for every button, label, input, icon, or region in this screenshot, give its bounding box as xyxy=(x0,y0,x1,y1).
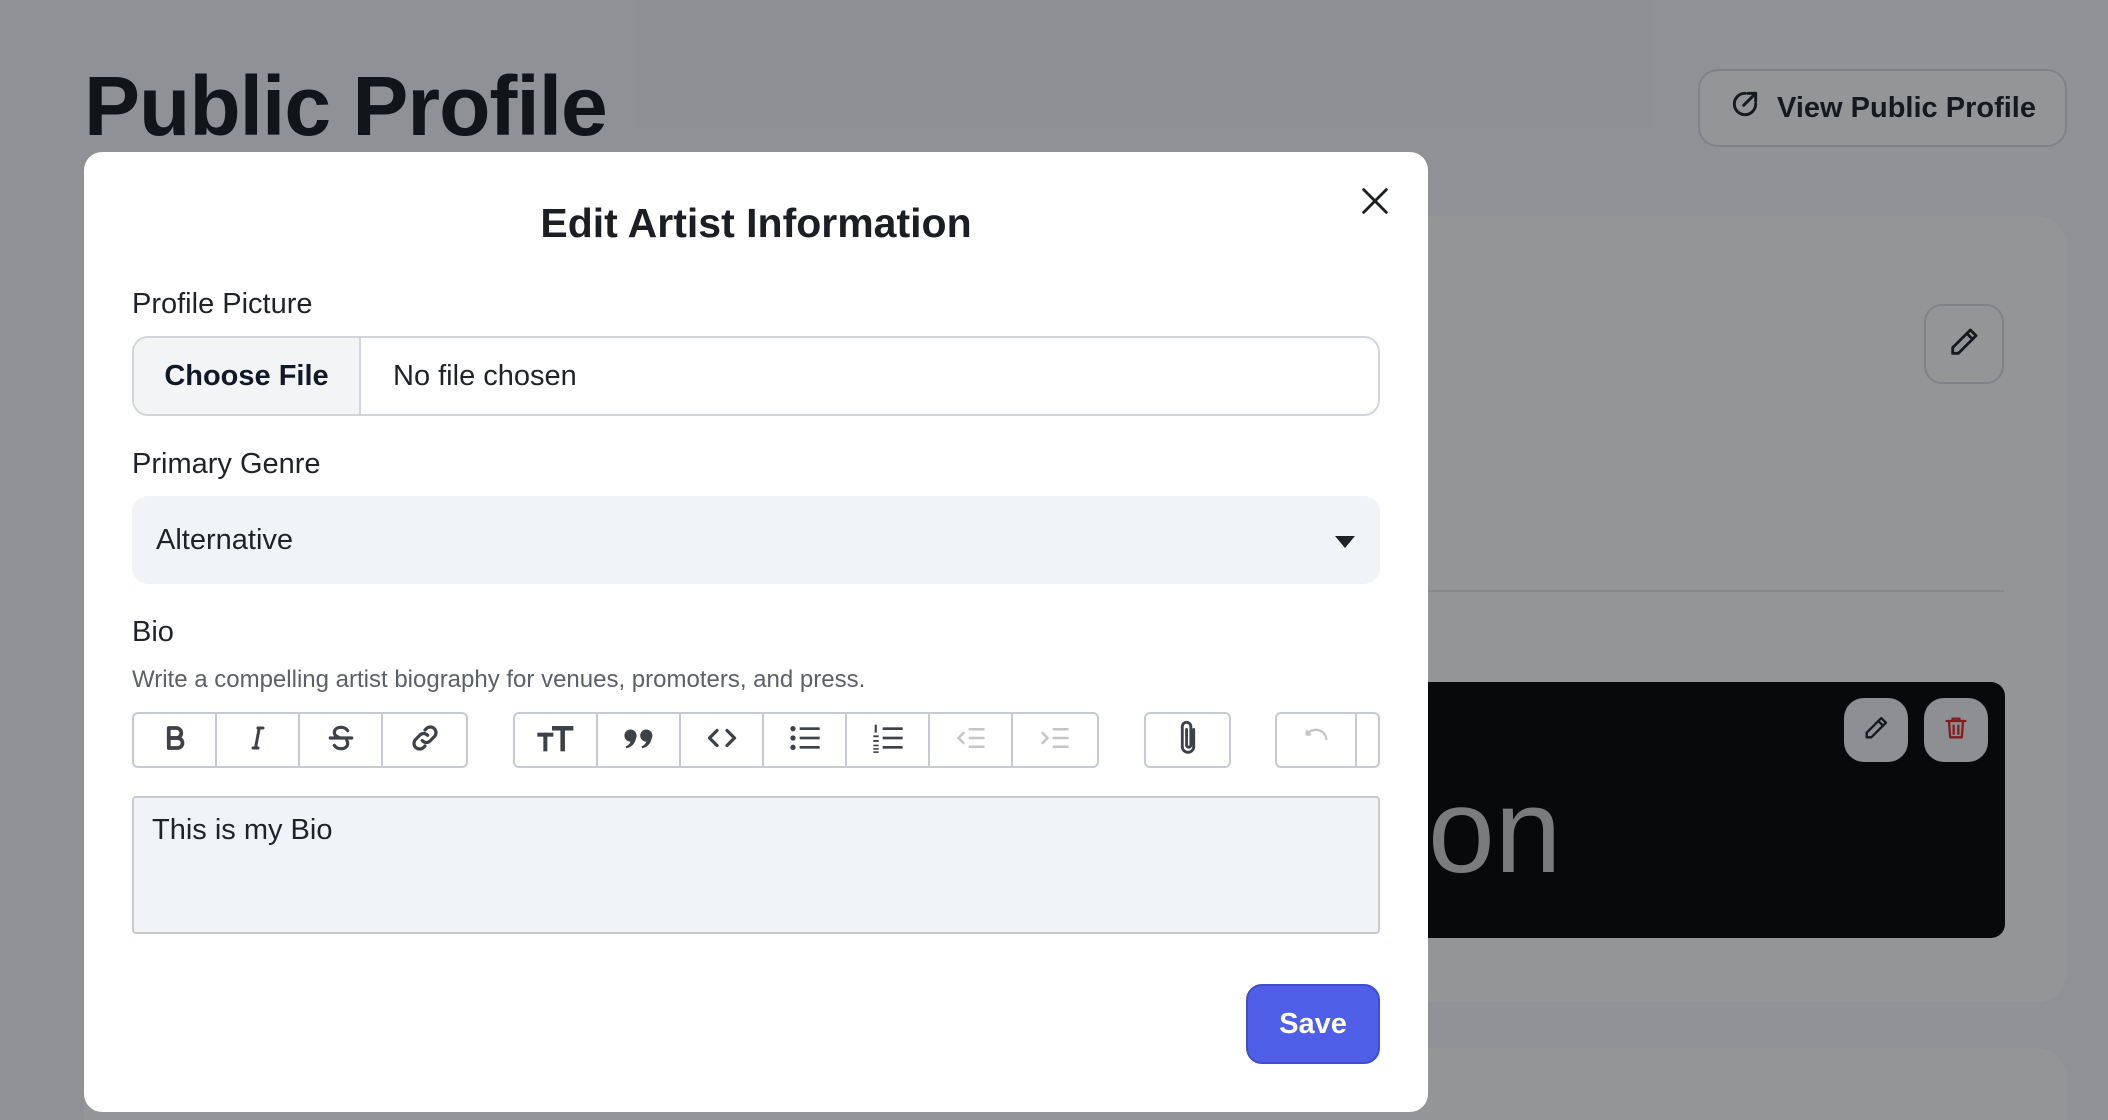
attach-file-button[interactable] xyxy=(1146,714,1229,766)
indent-icon xyxy=(1037,723,1073,758)
redo-button[interactable] xyxy=(1357,714,1378,766)
quote-icon xyxy=(622,723,656,758)
link-button[interactable] xyxy=(383,714,466,766)
bold-button[interactable] xyxy=(134,714,217,766)
heading-button[interactable] xyxy=(515,714,598,766)
italic-button[interactable] xyxy=(217,714,300,766)
bold-icon xyxy=(160,723,190,758)
undo-button[interactable] xyxy=(1277,714,1357,766)
save-button[interactable]: Save xyxy=(1246,984,1380,1064)
strikethrough-icon xyxy=(325,722,357,759)
block-format-toolbar xyxy=(513,712,1099,768)
bullet-list-icon xyxy=(787,722,823,759)
bio-hint: Write a compelling artist biography for … xyxy=(132,666,866,693)
undo-icon xyxy=(1297,724,1335,757)
outdent-icon xyxy=(953,723,989,758)
profile-picture-label: Profile Picture xyxy=(132,288,313,320)
numbered-list-button[interactable] xyxy=(847,714,930,766)
quote-button[interactable] xyxy=(598,714,681,766)
choose-file-button[interactable]: Choose File xyxy=(134,338,361,414)
indent-button[interactable] xyxy=(1013,714,1096,766)
primary-genre-value: Alternative xyxy=(156,523,294,556)
profile-picture-file-input[interactable]: Choose File No file chosen xyxy=(132,336,1380,416)
numbered-list-icon xyxy=(870,722,906,759)
history-toolbar xyxy=(1275,712,1380,768)
caret-down-icon xyxy=(1334,524,1356,557)
link-icon xyxy=(409,722,441,759)
close-button[interactable] xyxy=(1350,178,1400,228)
code-icon xyxy=(704,723,740,758)
code-button[interactable] xyxy=(681,714,764,766)
outdent-button[interactable] xyxy=(930,714,1013,766)
strikethrough-button[interactable] xyxy=(300,714,383,766)
edit-artist-modal: Edit Artist Information Profile Picture … xyxy=(84,152,1428,1112)
attachment-icon xyxy=(1175,718,1201,763)
file-status: No file chosen xyxy=(393,359,577,392)
text-format-toolbar xyxy=(132,712,468,768)
bullet-list-button[interactable] xyxy=(764,714,847,766)
bio-label: Bio xyxy=(132,616,174,648)
primary-genre-select[interactable]: Alternative xyxy=(132,496,1380,584)
heading-icon xyxy=(536,722,576,759)
close-icon xyxy=(1358,184,1392,223)
italic-icon xyxy=(243,723,273,758)
modal-title: Edit Artist Information xyxy=(540,200,972,246)
primary-genre-label: Primary Genre xyxy=(132,448,321,480)
bio-editor[interactable]: This is my Bio xyxy=(132,796,1380,934)
attachment-toolbar xyxy=(1144,712,1231,768)
